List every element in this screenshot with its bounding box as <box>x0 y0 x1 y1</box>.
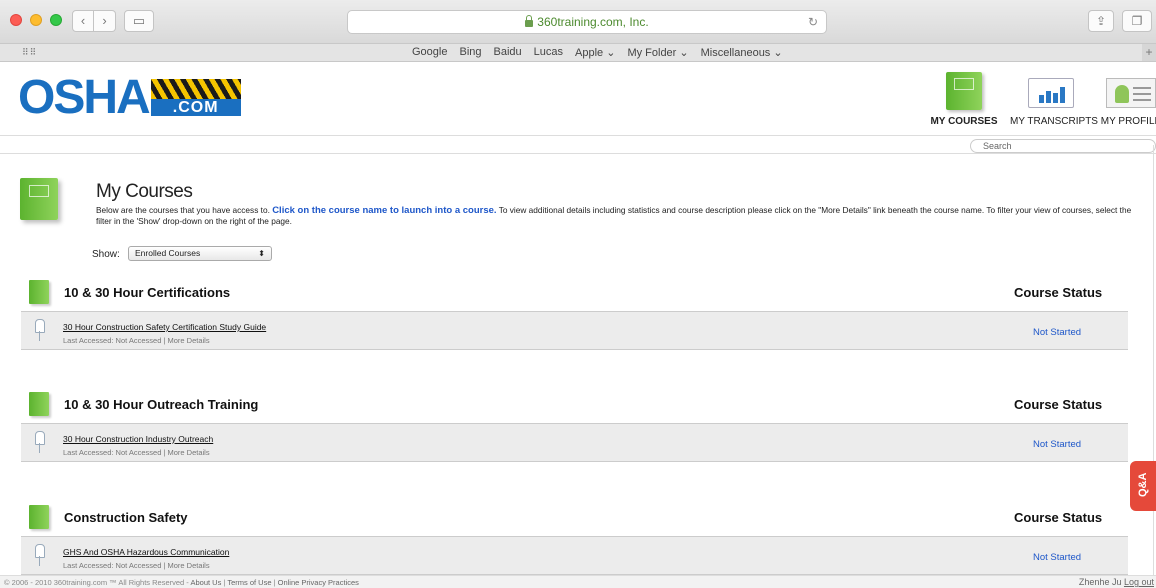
chart-icon <box>1028 78 1074 108</box>
course-status-header: Course Status <box>1014 510 1103 525</box>
tabs-icon: ❐ <box>1131 14 1143 28</box>
search-placeholder: Search <box>983 141 1012 151</box>
footer-link-about-us[interactable]: About Us <box>190 578 221 587</box>
course-status: Not Started <box>1033 552 1082 563</box>
course-status-header: Course Status <box>1014 397 1103 412</box>
hazard-stripes-icon <box>150 79 241 99</box>
bookmark-miscellaneous[interactable]: Miscellaneous ⌄ <box>701 46 783 59</box>
pin-icon[interactable] <box>33 431 47 453</box>
show-filter-value: Enrolled Courses <box>135 248 201 258</box>
bookmark-my-folder[interactable]: My Folder ⌄ <box>627 46 688 59</box>
footer-copyright: © 2006 - 2010 360training.com ™ All Righ… <box>4 578 359 587</box>
address-text: 360training.com, Inc. <box>537 15 649 29</box>
course-status: Not Started <box>1033 327 1082 338</box>
select-arrows-icon: ⬍ <box>258 249 265 258</box>
nav-my-courses-label: MY COURSES <box>930 116 998 127</box>
header-divider <box>0 135 1156 136</box>
pin-icon[interactable] <box>33 319 47 341</box>
intro-text-highlight: Click on the course name to launch into … <box>272 205 497 216</box>
bookmark-baidu[interactable]: Baidu <box>494 46 522 59</box>
course-meta[interactable]: Last Accessed: Not Accessed | More Detai… <box>63 448 210 457</box>
pin-icon[interactable] <box>33 544 47 566</box>
nav-my-transcripts-label: MY TRANSCRIPTS <box>1010 116 1098 127</box>
close-window-button[interactable] <box>10 14 22 26</box>
logo-text: OSHA <box>18 71 151 124</box>
minimize-window-button[interactable] <box>30 14 42 26</box>
user-info: Zhenhe Ju Log out <box>1079 577 1154 587</box>
nav-my-transcripts[interactable]: MY TRANSCRIPTS <box>1010 72 1098 127</box>
chevron-left-icon: ‹ <box>80 13 86 28</box>
footer: © 2006 - 2010 360training.com ™ All Righ… <box>0 575 1156 588</box>
course-status: Not Started <box>1033 439 1082 450</box>
section-title: Construction Safety <box>64 510 188 525</box>
share-button[interactable]: ⇪ <box>1088 10 1114 32</box>
address-bar[interactable]: 360training.com, Inc. ↻ <box>347 10 827 34</box>
table-row: 30 Hour Construction Safety Certificatio… <box>21 311 1128 350</box>
copyright-text: © 2006 - 2010 360training.com ™ All Righ… <box>4 578 191 587</box>
chevron-right-icon: › <box>102 13 107 28</box>
book-icon <box>946 72 982 110</box>
table-row: 30 Hour Construction Industry Outreach L… <box>21 423 1128 462</box>
bookmark-bing[interactable]: Bing <box>459 46 481 59</box>
section-title: 10 & 30 Hour Outreach Training <box>64 397 259 412</box>
zoom-window-button[interactable] <box>50 14 62 26</box>
bookmark-google[interactable]: Google <box>412 46 447 59</box>
show-filter-select[interactable]: Enrolled Courses ⬍ <box>128 246 272 261</box>
footer-link-privacy[interactable]: Online Privacy Practices <box>278 578 359 587</box>
intro-description: Below are the courses that you have acce… <box>96 205 1146 226</box>
course-meta[interactable]: Last Accessed: Not Accessed | More Detai… <box>63 336 210 345</box>
book-icon <box>29 280 49 304</box>
content-divider <box>0 153 1156 154</box>
bookmark-list: Google Bing Baidu Lucas Apple ⌄ My Folde… <box>412 46 783 59</box>
bookmarks-bar: ⠿⠿ Google Bing Baidu Lucas Apple ⌄ My Fo… <box>0 44 1156 62</box>
section-title: 10 & 30 Hour Certifications <box>64 285 231 300</box>
search-input[interactable]: Search <box>970 139 1156 153</box>
share-icon: ⇪ <box>1095 14 1107 28</box>
back-button[interactable]: ‹ <box>72 10 94 32</box>
qa-tab-label: Q&A <box>1137 472 1149 497</box>
bookmark-apple[interactable]: Apple ⌄ <box>575 46 615 59</box>
user-name: Zhenhe Ju <box>1078 577 1122 587</box>
course-meta[interactable]: Last Accessed: Not Accessed | More Detai… <box>63 561 210 570</box>
grid-icon[interactable]: ⠿⠿ <box>22 47 37 58</box>
table-row: GHS And OSHA Hazardous Communication Las… <box>21 536 1128 575</box>
intro-text-before: Below are the courses that you have acce… <box>96 205 273 215</box>
nav-my-profile[interactable]: MY PROFILE <box>1100 72 1156 127</box>
browser-titlebar: ‹ › ▭ 360training.com, Inc. ↻ ⇪ ❐ <box>0 0 1156 44</box>
course-name-link[interactable]: 30 Hour Construction Safety Certificatio… <box>63 322 266 332</box>
qa-tab-button[interactable]: Q&A <box>1130 461 1156 511</box>
page-title: My Courses <box>96 181 193 202</box>
course-name-link[interactable]: GHS And OSHA Hazardous Communication <box>63 547 229 557</box>
tabs-button[interactable]: ❐ <box>1122 10 1152 32</box>
book-icon <box>20 178 58 220</box>
nav-my-courses[interactable]: MY COURSES <box>926 72 1002 127</box>
forward-button[interactable]: › <box>94 10 116 32</box>
show-filter-label: Show: <box>92 249 120 260</box>
footer-link-terms[interactable]: Terms of Use <box>227 578 271 587</box>
bookmark-lucas[interactable]: Lucas <box>534 46 563 59</box>
profile-icon <box>1106 78 1156 108</box>
logo-badge: .COM <box>150 79 241 117</box>
logout-link[interactable]: Log out <box>1124 577 1154 587</box>
course-status-header: Course Status <box>1014 285 1103 300</box>
course-name-link[interactable]: 30 Hour Construction Industry Outreach <box>63 434 213 444</box>
book-icon <box>29 505 49 529</box>
book-icon <box>29 392 49 416</box>
reload-icon[interactable]: ↻ <box>808 11 818 33</box>
nav-my-profile-label: MY PROFILE <box>1100 116 1156 127</box>
sidebar-icon: ▭ <box>132 13 146 28</box>
new-tab-button[interactable]: + <box>1142 44 1156 61</box>
logo-suffix: .COM <box>150 99 241 116</box>
sidebar-toggle-button[interactable]: ▭ <box>124 10 154 32</box>
lock-icon <box>525 15 534 27</box>
osha-logo[interactable]: OSHA .COM <box>18 71 241 124</box>
